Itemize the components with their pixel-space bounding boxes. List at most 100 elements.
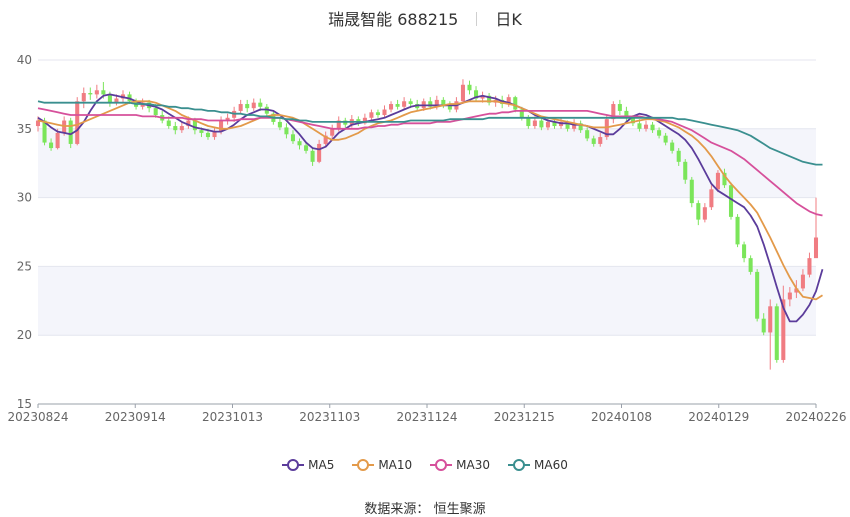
candle-body xyxy=(389,104,394,110)
y-axis-ticks: 15 20 25 30 35 40 xyxy=(17,53,32,411)
candle-body xyxy=(650,124,655,131)
candle xyxy=(375,109,380,118)
x-tick-label: 20230914 xyxy=(105,410,166,424)
data-source: 数据来源： 恒生聚源 xyxy=(0,498,850,517)
legend-marker-dot xyxy=(513,459,526,471)
legend-label: MA5 xyxy=(308,458,335,472)
candle-body xyxy=(689,179,694,204)
y-tick-label: 30 xyxy=(17,191,32,205)
legend-item-ma60[interactable]: MA60 xyxy=(508,458,568,472)
candle xyxy=(689,176,694,208)
candle xyxy=(774,303,779,363)
legend-item-ma10[interactable]: MA10 xyxy=(352,458,412,472)
candle-body xyxy=(297,141,302,146)
candle xyxy=(447,101,452,113)
candle-body xyxy=(166,120,171,127)
candle-body xyxy=(598,137,603,144)
legend-label: MA10 xyxy=(378,458,413,472)
legend-label: MA30 xyxy=(456,458,491,472)
candle-body xyxy=(49,142,54,149)
candle-body xyxy=(774,306,779,360)
candle xyxy=(402,97,407,110)
x-tick-label: 20231103 xyxy=(299,410,360,424)
candle xyxy=(94,84,99,99)
candle-body xyxy=(460,84,465,102)
x-tick-label: 20240226 xyxy=(785,410,846,424)
candle-body xyxy=(304,145,309,151)
x-tick-label: 20231215 xyxy=(494,410,555,424)
candlestick-chart: 152025303540 20230824 20230914 20231013 202… xyxy=(7,53,847,424)
candle-body xyxy=(813,237,819,259)
candle-body xyxy=(683,161,688,180)
candle-body xyxy=(94,90,99,95)
candle-body xyxy=(68,120,73,144)
legend-item-ma5[interactable]: MA5 xyxy=(282,458,334,472)
legend-marker-dot xyxy=(287,459,300,471)
legend-marker-icon xyxy=(282,459,305,471)
candle-body xyxy=(107,94,112,103)
candle-body xyxy=(735,216,740,245)
candle-body xyxy=(330,128,335,136)
candle xyxy=(75,97,80,146)
y-tick-label: 25 xyxy=(17,259,32,273)
y-tick-label: 35 xyxy=(17,122,32,136)
candle-body xyxy=(375,112,380,116)
candle-body xyxy=(245,104,250,109)
candle-body xyxy=(643,124,649,129)
legend-marker-icon xyxy=(430,459,453,471)
candle-body xyxy=(715,172,720,190)
candle-body xyxy=(761,318,766,333)
legend-marker-icon xyxy=(352,459,375,471)
candle xyxy=(735,214,740,248)
candle-body xyxy=(676,150,681,162)
candle-body xyxy=(709,189,714,208)
candle-body xyxy=(205,132,211,138)
x-tick-label: 20240108 xyxy=(591,410,652,424)
candle-body xyxy=(310,150,315,162)
candle-body xyxy=(702,207,707,220)
candle xyxy=(728,182,734,220)
candle-body xyxy=(258,102,263,107)
candle-body xyxy=(179,126,184,131)
y-tick-label: 20 xyxy=(17,328,32,342)
candle-body xyxy=(277,121,282,128)
source-name: 恒生聚源 xyxy=(433,502,486,517)
candle xyxy=(245,99,250,113)
candle-body xyxy=(317,143,322,162)
candle-body xyxy=(539,120,544,128)
legend-marker-dot xyxy=(435,459,448,471)
candle-body xyxy=(219,120,224,132)
candle xyxy=(702,203,707,223)
candle-body xyxy=(748,258,753,272)
candle xyxy=(696,200,701,226)
candle-body xyxy=(585,130,590,139)
candle-body xyxy=(696,203,701,220)
candle-body xyxy=(395,104,400,107)
candle xyxy=(369,109,374,121)
candle xyxy=(382,105,387,118)
candle-body xyxy=(532,120,537,127)
candle-body xyxy=(251,102,256,109)
candle xyxy=(552,119,557,129)
candle-body xyxy=(402,101,407,107)
candle-body xyxy=(526,117,531,127)
candle xyxy=(460,79,465,105)
source-label: 数据来源： xyxy=(364,502,430,517)
candle xyxy=(487,93,492,106)
candle-body xyxy=(382,109,387,116)
background-band xyxy=(38,128,816,198)
candle-body xyxy=(800,274,805,289)
candle-body xyxy=(728,185,734,217)
legend-marker-dot xyxy=(357,459,370,471)
x-tick-label: 20231124 xyxy=(396,410,457,424)
candle-body xyxy=(663,135,668,143)
x-axis-ticks: 20230824 20230914 20231013 20231103 20231124… xyxy=(7,404,847,424)
legend: MA5 MA10 MA30 MA60 xyxy=(0,458,850,472)
candle-body xyxy=(284,127,289,135)
candle-body xyxy=(467,84,472,91)
candle-body xyxy=(617,104,622,111)
legend-item-ma30[interactable]: MA30 xyxy=(430,458,490,472)
candle-body xyxy=(545,121,550,128)
candle-body xyxy=(290,134,296,142)
candle xyxy=(807,252,812,278)
